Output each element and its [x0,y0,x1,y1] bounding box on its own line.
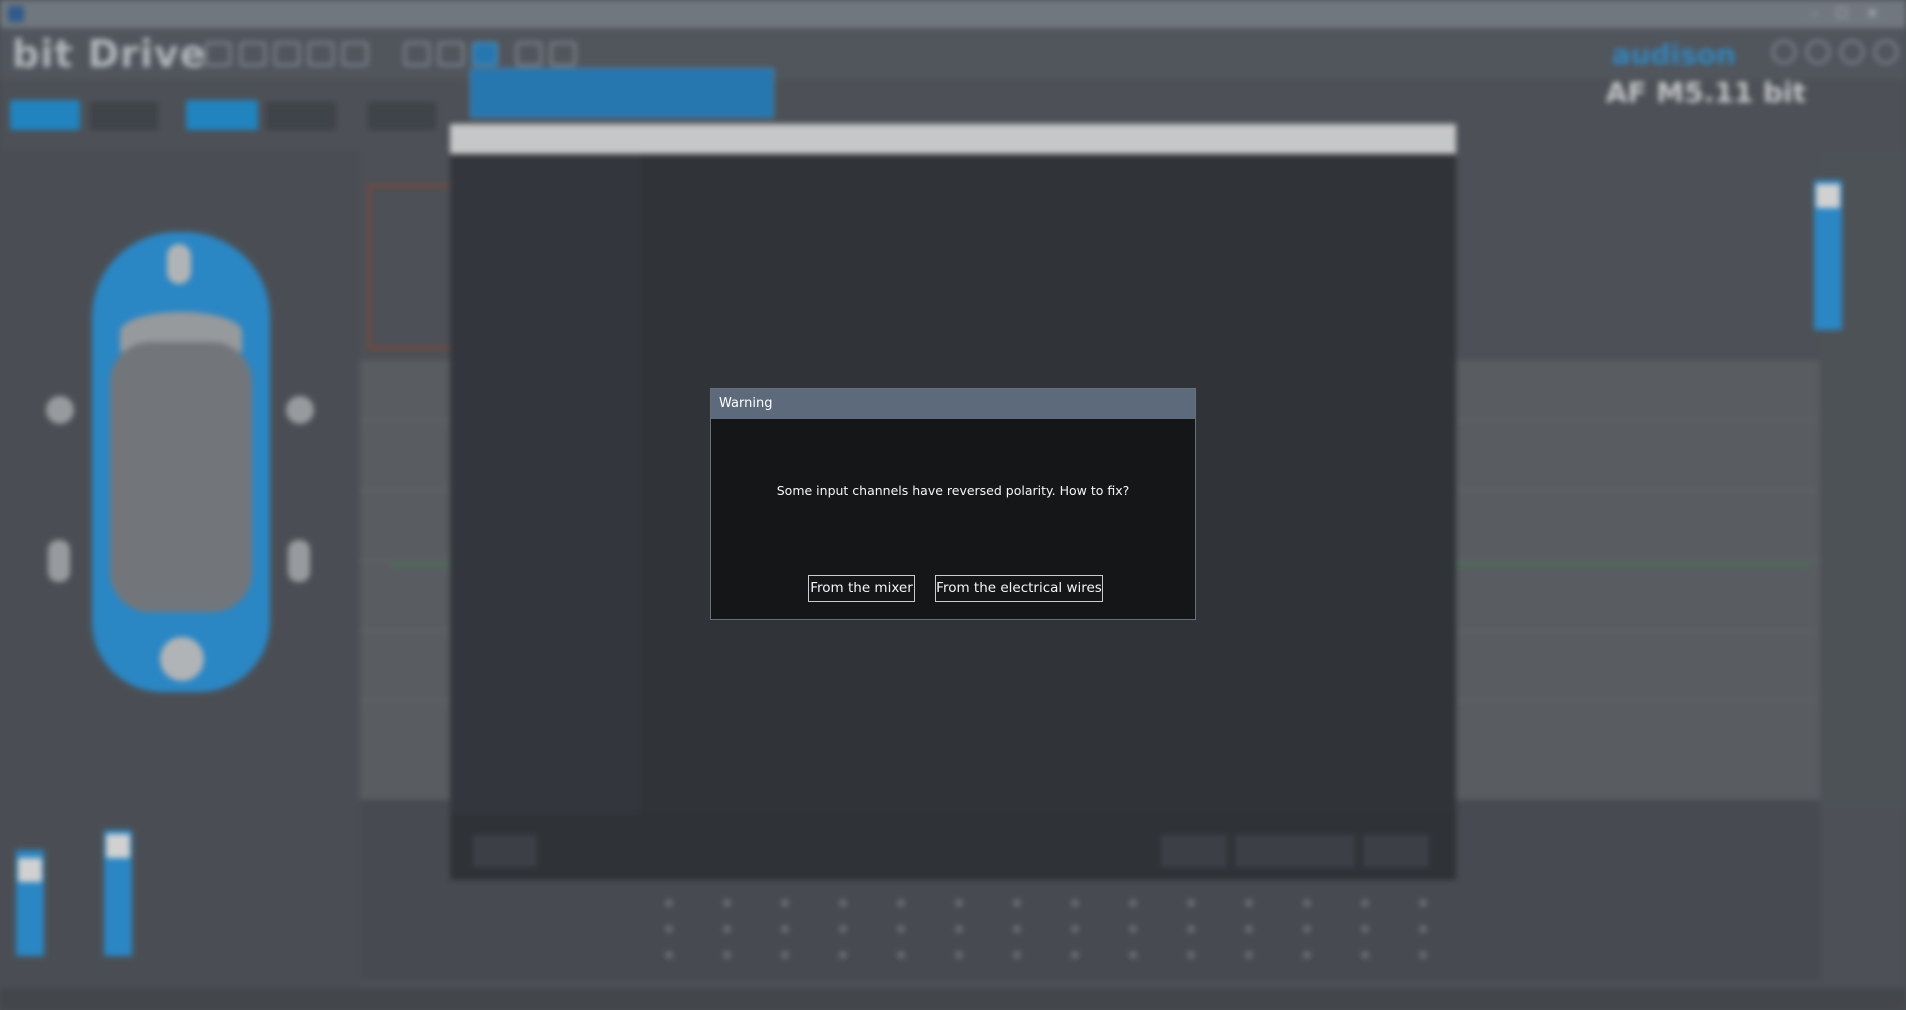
dialog-message: Some input channels have reversed polari… [776,483,1130,498]
from-electrical-wires-button[interactable]: From the electrical wires [935,575,1103,602]
dialog-title: Warning [711,389,1195,419]
from-mixer-button[interactable]: From the mixer [808,575,915,602]
warning-dialog: Warning Some input channels have reverse… [710,388,1196,620]
